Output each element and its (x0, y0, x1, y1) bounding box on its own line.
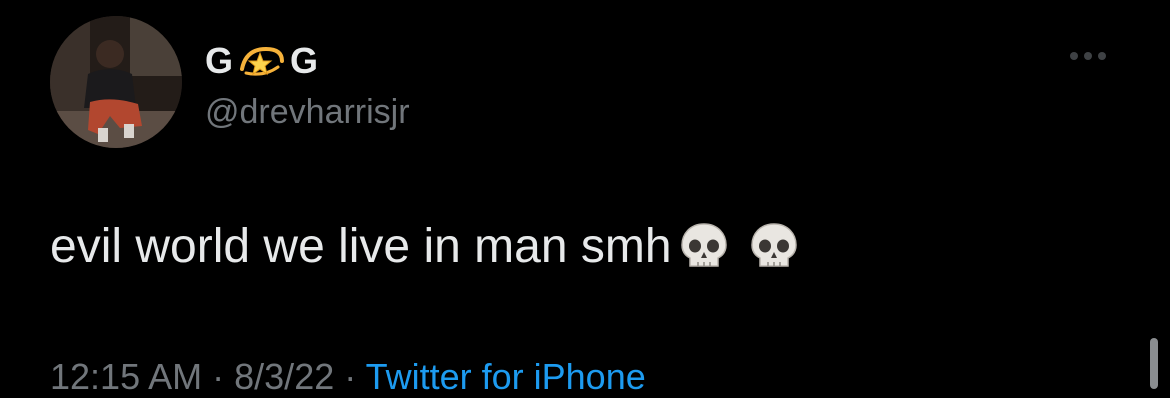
display-name[interactable]: G G (205, 40, 319, 82)
display-name-part1: G (205, 40, 235, 81)
tweet-text: evil world we live in man smh (50, 218, 802, 274)
more-dot-icon (1098, 52, 1106, 60)
dizzy-star-icon (236, 41, 288, 81)
tweet: G G @drevharrisjr evil world we live in … (0, 0, 1170, 397)
user-handle[interactable]: @drevharrisjr (205, 93, 410, 132)
skull-icon (746, 218, 802, 274)
tweet-time[interactable]: 12:15 AM (50, 356, 202, 397)
display-name-part2: G (290, 40, 320, 81)
more-options-button[interactable] (1070, 46, 1114, 66)
tweet-text-content: evil world we live in man smh (50, 219, 672, 273)
meta-separator: · (212, 356, 225, 397)
more-dot-icon (1070, 52, 1078, 60)
tweet-date[interactable]: 8/3/22 (234, 356, 334, 397)
meta-separator: · (344, 356, 357, 397)
avatar-photo (50, 16, 182, 148)
scrollbar[interactable] (1150, 338, 1158, 389)
skull-icon (676, 218, 732, 274)
tweet-source-link[interactable]: Twitter for iPhone (366, 356, 646, 397)
more-dot-icon (1084, 52, 1092, 60)
tweet-metadata: 12:15 AM · 8/3/22 · Twitter for iPhone (50, 356, 646, 398)
avatar[interactable] (50, 16, 182, 148)
